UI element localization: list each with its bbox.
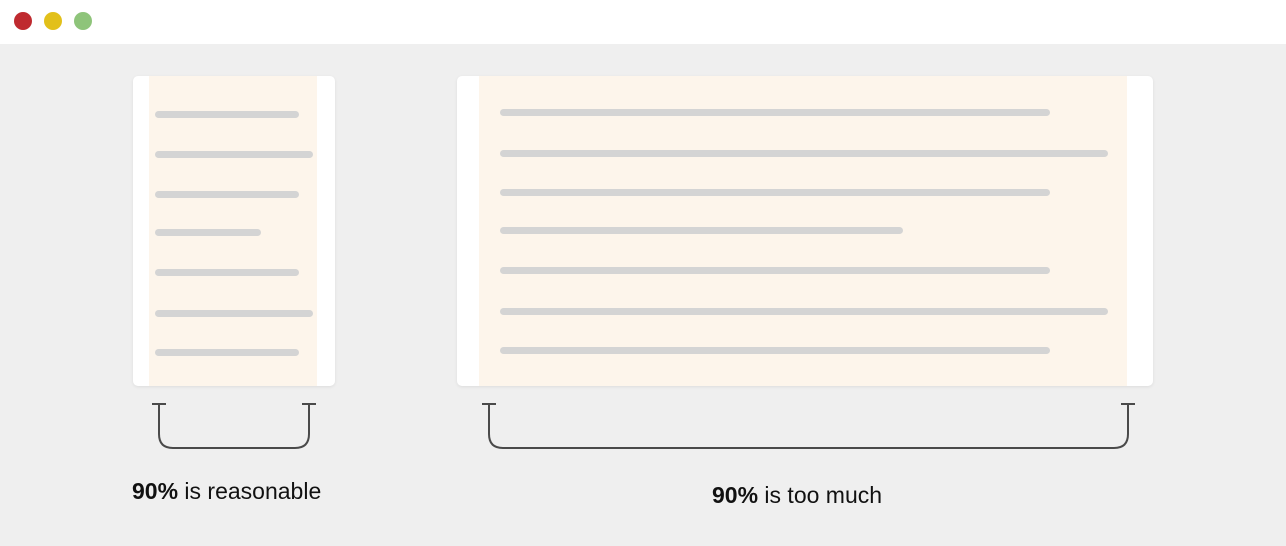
narrow-caption: 90% is reasonable <box>132 478 321 505</box>
wide-layout-card <box>457 76 1153 386</box>
text-line-placeholder <box>500 308 1108 315</box>
text-line-placeholder <box>500 150 1108 157</box>
text-line-placeholder <box>155 269 299 276</box>
text-line-placeholder <box>155 349 299 356</box>
text-line-placeholder <box>155 310 313 317</box>
text-line-placeholder <box>155 191 299 198</box>
text-line-placeholder <box>155 151 313 158</box>
window-titlebar <box>0 0 1286 44</box>
text-line-placeholder <box>500 267 1050 274</box>
text-line-placeholder <box>500 347 1050 354</box>
text-line-placeholder <box>155 111 299 118</box>
close-window-button[interactable] <box>14 12 32 30</box>
caption-percentage: 90% <box>132 478 179 504</box>
text-line-placeholder <box>500 109 1050 116</box>
wide-caption: 90% is too much <box>712 482 882 509</box>
narrow-content-area <box>149 76 317 386</box>
narrow-width-bracket <box>152 403 316 449</box>
maximize-window-button[interactable] <box>74 12 92 30</box>
wide-content-area <box>479 76 1127 386</box>
text-line-placeholder <box>500 189 1050 196</box>
text-line-placeholder <box>500 227 903 234</box>
wide-width-bracket <box>482 403 1135 449</box>
caption-text: is reasonable <box>178 478 322 504</box>
minimize-window-button[interactable] <box>44 12 62 30</box>
narrow-layout-card <box>133 76 335 386</box>
caption-percentage: 90% <box>712 482 759 508</box>
caption-text: is too much <box>758 482 883 508</box>
text-line-placeholder <box>155 229 261 236</box>
